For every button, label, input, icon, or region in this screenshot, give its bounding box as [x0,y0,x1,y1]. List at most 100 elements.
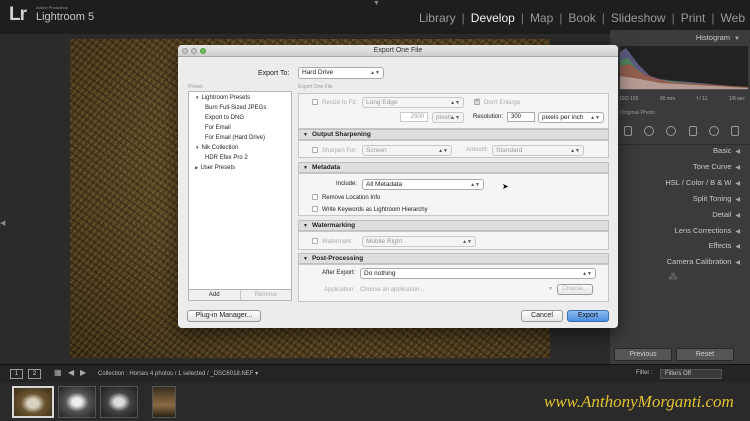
histogram[interactable] [620,46,748,90]
histogram-header[interactable]: Histogram ▼ [696,33,740,42]
remove-location-checkbox[interactable]: Remove Location Info [312,194,380,201]
section-label: Detail [712,210,732,219]
dialog-title: Export One File [373,47,423,54]
export-button[interactable]: Export [567,310,609,322]
metadata-header[interactable]: ▼ Metadata [298,162,609,173]
dont-enlarge-checkbox[interactable]: Don't Enlarge [474,97,521,106]
watermark-select[interactable]: Mobile Right ▲▼ [362,236,476,247]
section-tone-curve[interactable]: Tone Curve ◀ [693,162,740,171]
plugin-manager-button[interactable]: Plug-in Manager... [187,310,261,322]
module-develop[interactable]: Develop [470,11,516,25]
checkbox-icon [312,238,318,244]
dont-enlarge-label: Don't Enlarge [484,100,521,106]
resize-unit-select[interactable]: pixels ▲▼ [432,112,464,123]
disclosure-open-icon: ▼ [303,165,308,171]
sharpen-for-label: Sharpen For: [322,148,358,154]
close-window-icon[interactable] [182,48,188,54]
module-slideshow[interactable]: Slideshow [610,11,667,25]
graduated-filter-icon[interactable] [688,126,697,136]
red-eye-icon[interactable] [666,126,677,136]
secondary-window-button[interactable]: 2 [28,369,41,379]
section-title: Watermarking [311,222,356,229]
dialog-title-bar[interactable]: Export One File [178,45,618,57]
filmstrip-source-info[interactable]: Collection : Horses 4 photos / 1 selecte… [98,370,258,377]
filter-label: Filter : [636,370,653,376]
radial-filter-icon[interactable] [708,126,719,136]
resize-mode-select[interactable]: Long Edge ▲▼ [362,97,464,108]
main-window-button[interactable]: 1 [10,369,23,379]
preset-item[interactable]: Export to DNG [205,115,244,121]
zoom-window-icon[interactable] [200,48,206,54]
amount-value: Standard [496,147,523,154]
section-camera-calibration[interactable]: Camera Calibration ◀ [667,257,740,266]
preset-group-label: Nik Collection [201,145,239,151]
add-preset-button[interactable]: Add [189,290,240,300]
module-map[interactable]: Map [529,11,554,25]
section-detail[interactable]: Detail ◀ [712,210,740,219]
resize-to-fit-checkbox[interactable]: Resize to Fit: [312,99,357,106]
write-keywords-label: Write Keywords as Lightroom Hierarchy [322,207,428,213]
resolution-field[interactable]: 300 [507,112,535,122]
reset-button[interactable]: Reset [676,348,734,361]
panel-toggle-top-icon[interactable]: ▼ [373,0,380,7]
module-print[interactable]: Print [680,11,707,25]
application-label: Application: [324,287,356,293]
application-dropdown-icon[interactable]: ▼ [548,286,553,292]
write-keywords-checkbox[interactable]: Write Keywords as Lightroom Hierarchy [312,206,428,213]
filter-select[interactable]: Filters Off [660,369,722,379]
forward-arrow-icon[interactable]: ▶ [80,368,86,377]
grid-view-icon[interactable]: ▦ [54,368,62,377]
filmstrip-thumbnail[interactable] [12,386,54,418]
sharpen-for-select[interactable]: Screen ▲▼ [362,145,452,156]
cancel-button[interactable]: Cancel [521,310,563,322]
adjustment-brush-icon[interactable] [730,126,739,136]
output-sharpening-header[interactable]: ▼ Output Sharpening [298,129,609,140]
post-processing-header[interactable]: ▼ Post-Processing [298,253,609,264]
section-hsl[interactable]: HSL / Color / B & W ◀ [665,178,740,187]
preset-group-nik[interactable]: ▼ Nik Collection [195,145,238,151]
module-separator: | [520,11,524,25]
preset-group-user[interactable]: ▶ User Presets [195,165,235,171]
filmstrip-thumbnail[interactable] [152,386,176,418]
collapse-icon: ▼ [734,36,740,42]
sharpen-for-checkbox[interactable]: Sharpen For: [312,147,357,154]
section-split-toning[interactable]: Split Toning ◀ [693,194,740,203]
preset-item[interactable]: Burn Full-Sized JPEGs [205,105,266,111]
preset-item[interactable]: For Email [205,125,231,131]
module-separator: | [559,11,563,25]
amount-select[interactable]: Standard ▲▼ [492,145,584,156]
preset-item[interactable]: HDR Efex Pro 2 [205,155,248,161]
disclosure-open-icon: ▼ [303,256,308,262]
after-export-select[interactable]: Do nothing ▲▼ [360,268,596,279]
spot-removal-icon[interactable] [644,126,655,136]
resize-size-field[interactable]: 2500 [400,112,428,122]
preset-item[interactable]: For Email (Hard Drive) [205,135,265,141]
include-metadata-select[interactable]: All Metadata ▲▼ [362,179,484,190]
left-panel-toggle-icon[interactable]: ◀ [0,219,5,227]
filmstrip-thumbnail[interactable] [100,386,138,418]
previous-button[interactable]: Previous [614,348,672,361]
choose-application-button[interactable]: Choose... [557,284,593,295]
preset-group-lightroom[interactable]: ▼ Lightroom Presets [195,95,250,101]
crop-tool-icon[interactable] [624,126,632,136]
module-web[interactable]: Web [720,11,746,25]
section-label: HSL / Color / B & W [665,178,732,187]
minimize-window-icon[interactable] [191,48,197,54]
module-book[interactable]: Book [567,11,596,25]
section-lens-corrections[interactable]: Lens Corrections ◀ [675,226,740,235]
watermark-checkbox[interactable]: Watermark: [312,238,353,245]
section-effects[interactable]: Effects ◀ [709,241,740,250]
export-to-select[interactable]: Hard Drive ▲▼ [298,67,384,79]
select-arrows-icon: ▲▼ [582,271,592,277]
watermark-label: Watermark: [322,239,353,245]
resolution-unit-select[interactable]: pixels per inch ▲▼ [538,112,604,123]
watermarking-header[interactable]: ▼ Watermarking [298,220,609,231]
section-label: Basic [713,146,732,155]
section-basic[interactable]: Basic ◀ [713,146,740,155]
filmstrip-thumbnail[interactable] [58,386,96,418]
back-arrow-icon[interactable]: ◀ [68,368,74,377]
application-field[interactable]: Choose an application... [360,287,424,293]
module-library[interactable]: Library [418,11,457,25]
remove-preset-button[interactable]: Remove [239,290,291,300]
section-label: Effects [708,241,732,250]
